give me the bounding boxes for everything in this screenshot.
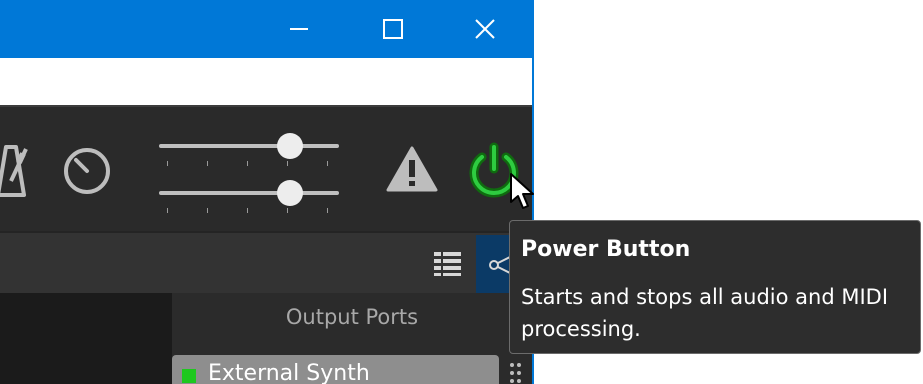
list-view-icon[interactable] <box>433 250 463 276</box>
tooltip: Power Button Starts and stops all audio … <box>509 220 921 354</box>
maximize-button[interactable] <box>346 0 440 58</box>
port-status-indicator <box>182 369 196 383</box>
bottom-slider-track <box>159 191 339 195</box>
bottom-slider-thumb[interactable] <box>277 180 303 206</box>
tempo-dial-icon[interactable] <box>62 145 112 195</box>
tick <box>287 161 288 166</box>
view-bar <box>0 231 532 293</box>
close-button[interactable] <box>438 0 532 58</box>
port-item-label: External Synth <box>208 361 370 384</box>
maximize-icon <box>383 19 403 39</box>
tick <box>327 208 328 213</box>
tooltip-body: Starts and stops all audio and MIDI proc… <box>521 285 889 341</box>
tick <box>327 161 328 166</box>
title-bar <box>0 0 532 58</box>
tick <box>167 161 168 166</box>
tick <box>167 208 168 213</box>
tick <box>207 208 208 213</box>
drag-handle-icon[interactable] <box>509 361 523 384</box>
close-icon <box>475 19 495 39</box>
top-slider-thumb[interactable] <box>277 133 303 159</box>
mouse-cursor-icon <box>510 173 534 209</box>
toolbar <box>0 105 532 231</box>
metronome-icon[interactable] <box>0 139 30 199</box>
warning-icon[interactable] <box>386 145 438 193</box>
minimize-icon <box>290 28 308 30</box>
graph-canvas[interactable] <box>0 293 172 384</box>
tick <box>247 161 248 166</box>
top-slider-track <box>159 144 339 148</box>
menu-bar <box>0 58 532 105</box>
output-ports-heading: Output Ports <box>285 305 419 329</box>
tick <box>207 161 208 166</box>
minimize-button[interactable] <box>252 0 346 58</box>
tick <box>247 208 248 213</box>
port-item-external-synth[interactable]: External Synth <box>172 355 499 384</box>
tick <box>287 208 288 213</box>
output-ports-panel: Output Ports External Synth <box>172 293 532 384</box>
app-window: Output Ports External Synth <box>0 0 534 384</box>
tooltip-title: Power Button <box>521 237 691 262</box>
